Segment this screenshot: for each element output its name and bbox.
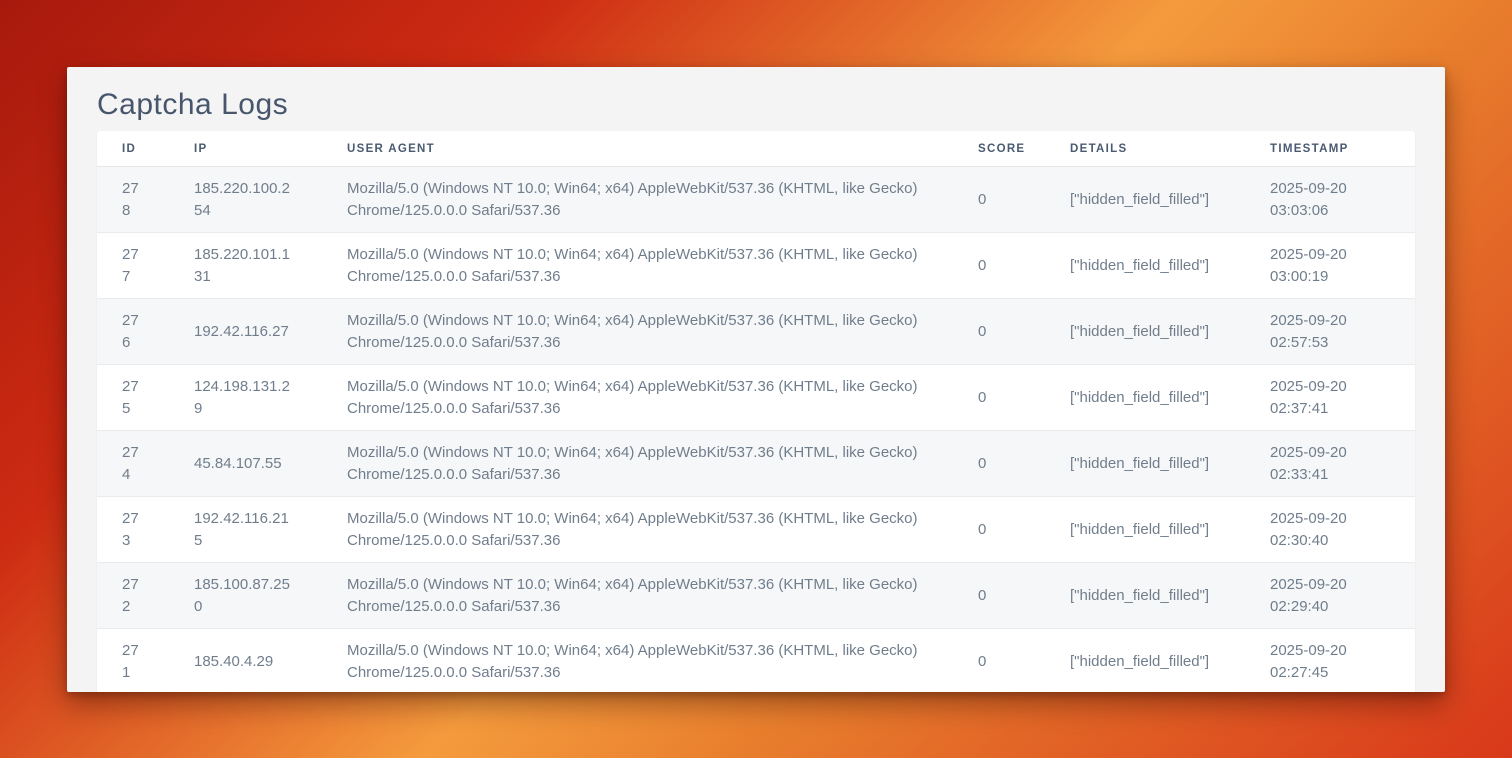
cell-ip: 192.42.116.215	[169, 497, 322, 563]
cell-timestamp: 2025-09-20 02:57:53	[1245, 299, 1415, 365]
table-row: 278 185.220.100.254 Mozilla/5.0 (Windows…	[97, 167, 1415, 233]
cell-timestamp: 2025-09-20 02:27:45	[1245, 629, 1415, 693]
cell-ip: 185.220.100.254	[169, 167, 322, 233]
cell-id: 275	[97, 365, 169, 431]
cell-timestamp: 2025-09-20 02:30:40	[1245, 497, 1415, 563]
column-header-id: ID	[97, 131, 169, 167]
cell-id: 277	[97, 233, 169, 299]
cell-details: ["hidden_field_filled"]	[1045, 563, 1245, 629]
cell-id: 271	[97, 629, 169, 693]
cell-score: 0	[953, 299, 1045, 365]
cell-score: 0	[953, 365, 1045, 431]
logs-table-container: ID IP USER AGENT SCORE DETAILS TIMESTAMP…	[97, 131, 1415, 692]
cell-details: ["hidden_field_filled"]	[1045, 497, 1245, 563]
cell-user-agent: Mozilla/5.0 (Windows NT 10.0; Win64; x64…	[322, 167, 953, 233]
table-row: 276 192.42.116.27 Mozilla/5.0 (Windows N…	[97, 299, 1415, 365]
cell-ip: 192.42.116.27	[169, 299, 322, 365]
cell-id: 272	[97, 563, 169, 629]
column-header-ip: IP	[169, 131, 322, 167]
cell-timestamp: 2025-09-20 03:00:19	[1245, 233, 1415, 299]
cell-user-agent: Mozilla/5.0 (Windows NT 10.0; Win64; x64…	[322, 431, 953, 497]
column-header-timestamp: TIMESTAMP	[1245, 131, 1415, 167]
cell-ip: 45.84.107.55	[169, 431, 322, 497]
cell-id: 278	[97, 167, 169, 233]
cell-details: ["hidden_field_filled"]	[1045, 365, 1245, 431]
cell-details: ["hidden_field_filled"]	[1045, 629, 1245, 693]
cell-id: 276	[97, 299, 169, 365]
cell-ip: 124.198.131.29	[169, 365, 322, 431]
cell-timestamp: 2025-09-20 02:33:41	[1245, 431, 1415, 497]
cell-details: ["hidden_field_filled"]	[1045, 167, 1245, 233]
captcha-logs-table: ID IP USER AGENT SCORE DETAILS TIMESTAMP…	[97, 131, 1415, 692]
cell-user-agent: Mozilla/5.0 (Windows NT 10.0; Win64; x64…	[322, 563, 953, 629]
cell-ip: 185.220.101.131	[169, 233, 322, 299]
cell-user-agent: Mozilla/5.0 (Windows NT 10.0; Win64; x64…	[322, 299, 953, 365]
cell-score: 0	[953, 167, 1045, 233]
table-row: 272 185.100.87.250 Mozilla/5.0 (Windows …	[97, 563, 1415, 629]
cell-user-agent: Mozilla/5.0 (Windows NT 10.0; Win64; x64…	[322, 497, 953, 563]
column-header-score: SCORE	[953, 131, 1045, 167]
cell-score: 0	[953, 233, 1045, 299]
cell-ip: 185.40.4.29	[169, 629, 322, 693]
cell-user-agent: Mozilla/5.0 (Windows NT 10.0; Win64; x64…	[322, 629, 953, 693]
cell-id: 274	[97, 431, 169, 497]
captcha-logs-card: Captcha Logs ID IP USER AGENT SCORE DETA…	[67, 67, 1445, 692]
cell-details: ["hidden_field_filled"]	[1045, 233, 1245, 299]
table-body: 278 185.220.100.254 Mozilla/5.0 (Windows…	[97, 167, 1415, 693]
cell-score: 0	[953, 563, 1045, 629]
table-row: 271 185.40.4.29 Mozilla/5.0 (Windows NT …	[97, 629, 1415, 693]
table-row: 273 192.42.116.215 Mozilla/5.0 (Windows …	[97, 497, 1415, 563]
table-row: 277 185.220.101.131 Mozilla/5.0 (Windows…	[97, 233, 1415, 299]
table-row: 275 124.198.131.29 Mozilla/5.0 (Windows …	[97, 365, 1415, 431]
cell-id: 273	[97, 497, 169, 563]
column-header-user-agent: USER AGENT	[322, 131, 953, 167]
cell-details: ["hidden_field_filled"]	[1045, 299, 1245, 365]
column-header-details: DETAILS	[1045, 131, 1245, 167]
cell-score: 0	[953, 629, 1045, 693]
cell-details: ["hidden_field_filled"]	[1045, 431, 1245, 497]
table-row: 274 45.84.107.55 Mozilla/5.0 (Windows NT…	[97, 431, 1415, 497]
cell-timestamp: 2025-09-20 02:29:40	[1245, 563, 1415, 629]
cell-score: 0	[953, 497, 1045, 563]
cell-user-agent: Mozilla/5.0 (Windows NT 10.0; Win64; x64…	[322, 365, 953, 431]
cell-timestamp: 2025-09-20 03:03:06	[1245, 167, 1415, 233]
cell-ip: 185.100.87.250	[169, 563, 322, 629]
cell-timestamp: 2025-09-20 02:37:41	[1245, 365, 1415, 431]
cell-user-agent: Mozilla/5.0 (Windows NT 10.0; Win64; x64…	[322, 233, 953, 299]
cell-score: 0	[953, 431, 1045, 497]
table-header-row: ID IP USER AGENT SCORE DETAILS TIMESTAMP	[97, 131, 1415, 167]
page-title: Captcha Logs	[97, 82, 1415, 127]
